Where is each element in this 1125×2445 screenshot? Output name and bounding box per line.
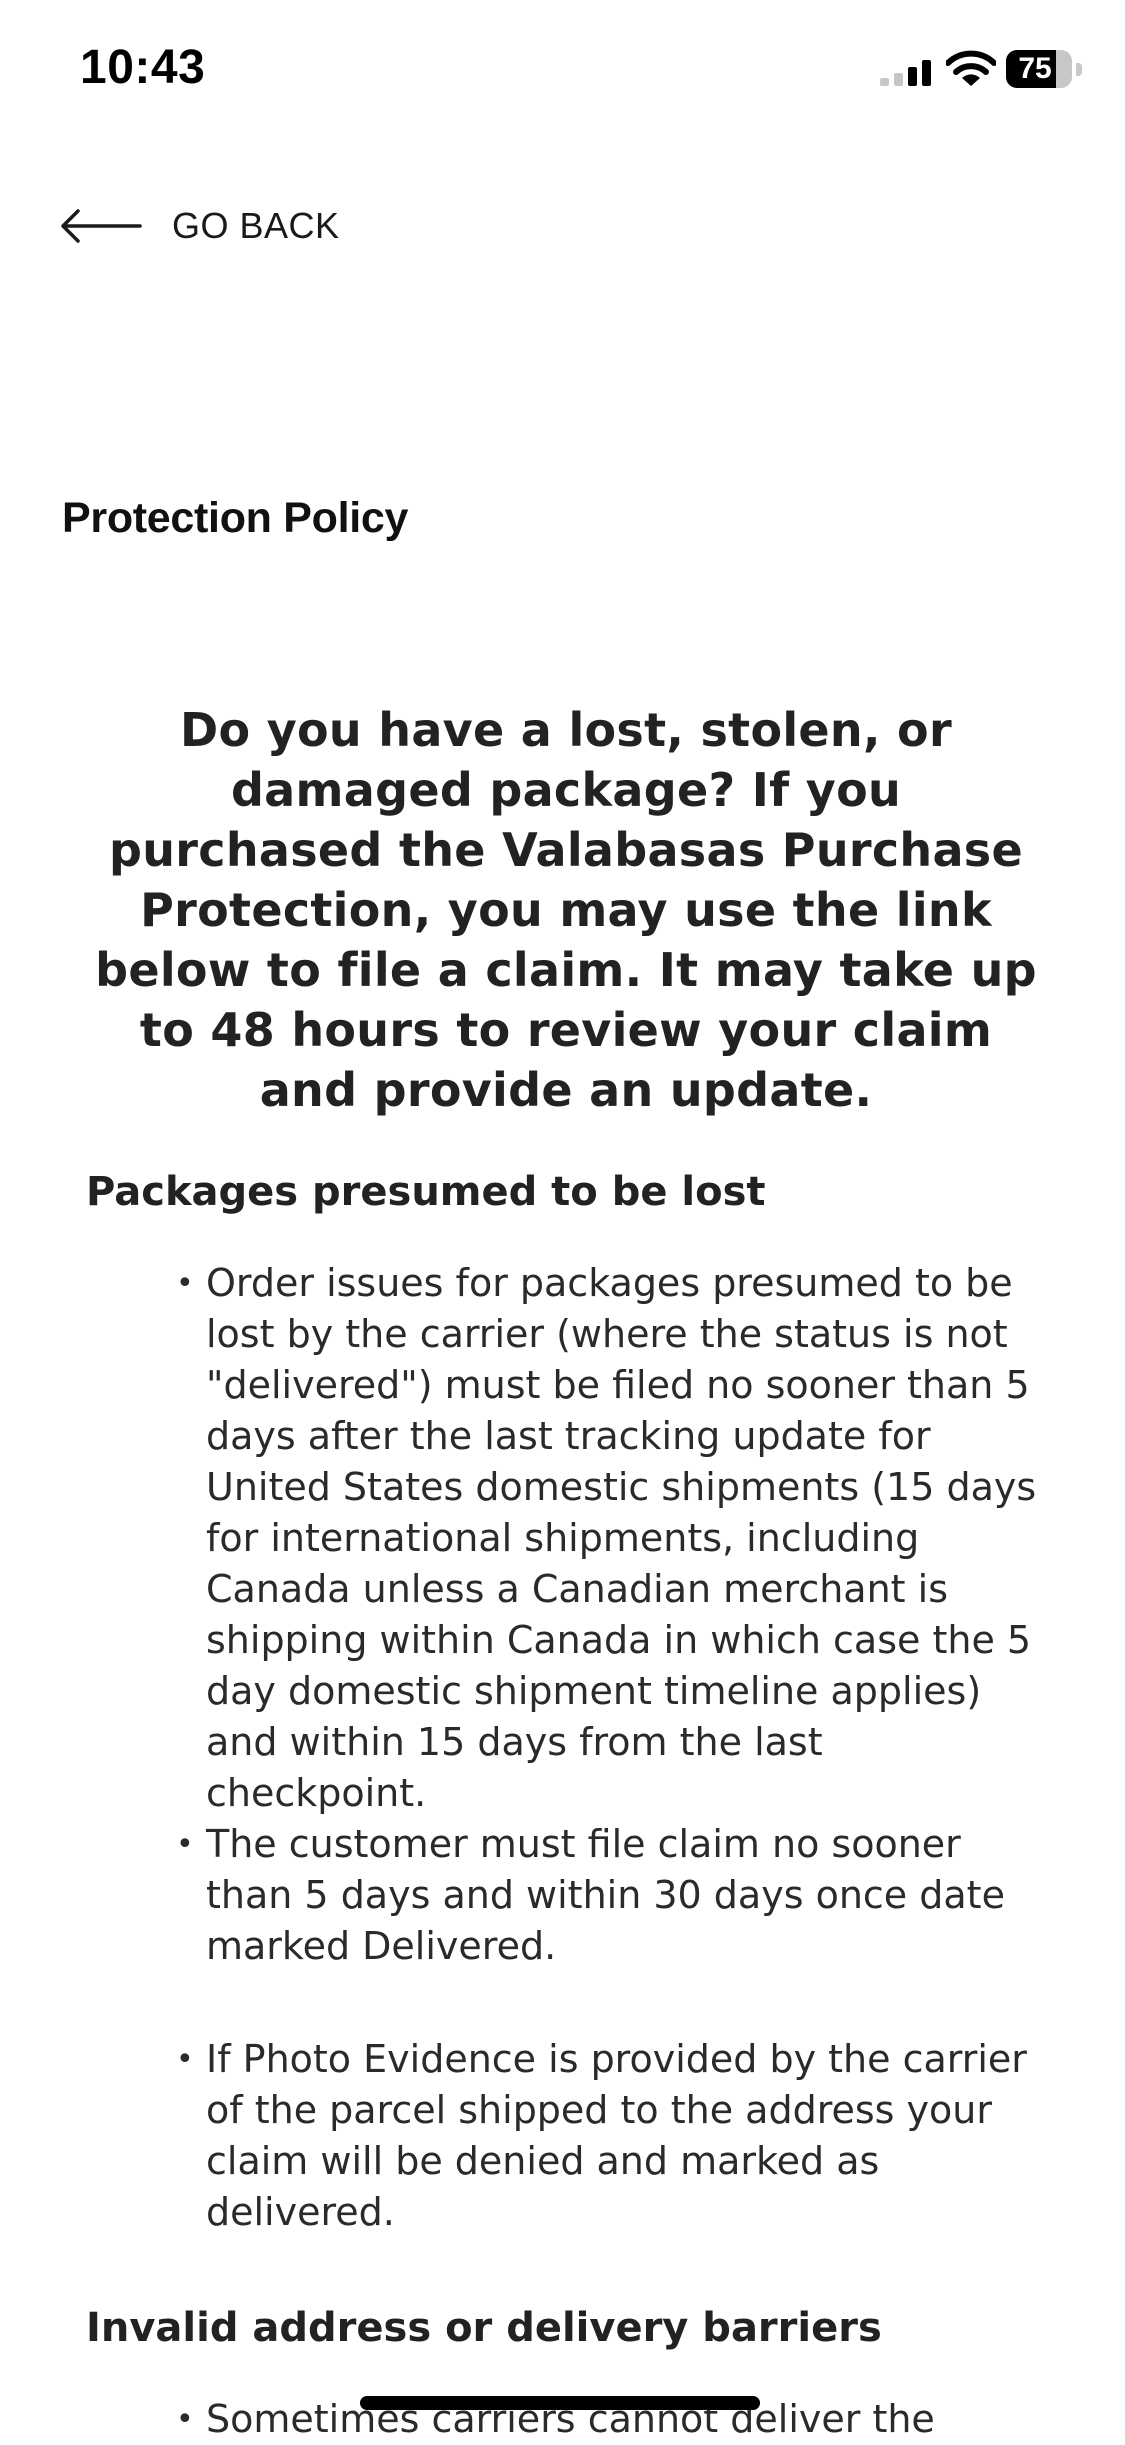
page-title: Protection Policy xyxy=(62,494,409,542)
home-indicator[interactable] xyxy=(360,2396,760,2410)
arrow-left-icon xyxy=(61,209,142,243)
status-time: 10:43 xyxy=(80,41,206,94)
lost-packages-list: Order issues for packages presumed to be… xyxy=(86,1258,1046,2238)
policy-content: Do you have a lost, stolen, or damaged p… xyxy=(86,700,1046,2445)
intro-heading: Do you have a lost, stolen, or damaged p… xyxy=(95,703,1037,1117)
battery-level: 75 xyxy=(1018,52,1052,85)
battery-tip xyxy=(1076,63,1082,76)
battery-body: 75 xyxy=(1006,50,1072,88)
battery-icon: 75 xyxy=(1006,50,1084,88)
list-item: Order issues for packages presumed to be… xyxy=(176,1258,1046,1819)
status-bar: 10:43 75 xyxy=(0,0,1125,140)
signal-icon xyxy=(880,60,931,86)
go-back-label: GO BACK xyxy=(172,205,340,246)
list-item: If Photo Evidence is provided by the car… xyxy=(176,2034,1046,2238)
wifi-icon xyxy=(946,50,996,86)
go-back-button[interactable]: GO BACK xyxy=(60,200,340,252)
section-heading-invalid-address: Invalid address or delivery barriers xyxy=(86,2305,882,2351)
list-item: The customer must file claim no sooner t… xyxy=(176,1819,1046,1972)
section-heading-packages-lost: Packages presumed to be lost xyxy=(86,1169,766,1215)
